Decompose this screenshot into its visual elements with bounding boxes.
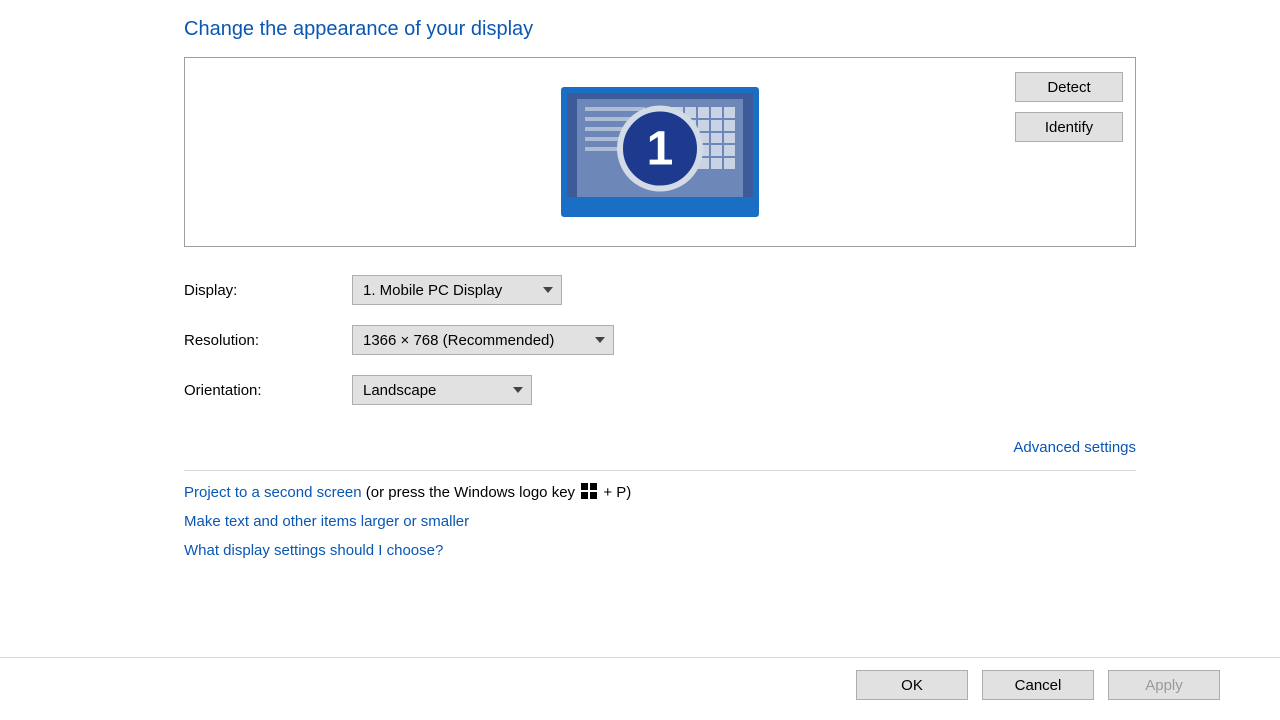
- windows-logo-icon: [581, 483, 597, 499]
- display-label: Display:: [184, 282, 352, 299]
- resolution-label: Resolution:: [184, 332, 352, 349]
- resolution-dropdown-value: 1366 × 768 (Recommended): [363, 332, 554, 349]
- chevron-down-icon: [513, 387, 523, 393]
- project-second-screen-link[interactable]: Project to a second screen: [184, 484, 362, 501]
- monitor-thumbnail[interactable]: 1: [561, 87, 759, 217]
- text-size-link[interactable]: Make text and other items larger or smal…: [184, 513, 469, 530]
- page-title: Change the appearance of your display: [184, 18, 1136, 41]
- orientation-dropdown-value: Landscape: [363, 382, 436, 399]
- resolution-dropdown[interactable]: 1366 × 768 (Recommended): [352, 325, 614, 355]
- identify-button[interactable]: Identify: [1015, 112, 1123, 142]
- monitor-number-badge: 1: [617, 106, 703, 192]
- project-hint-text-b: + P): [599, 484, 631, 501]
- detect-button[interactable]: Detect: [1015, 72, 1123, 102]
- advanced-settings-link[interactable]: Advanced settings: [1013, 439, 1136, 456]
- chevron-down-icon: [595, 337, 605, 343]
- display-help-link[interactable]: What display settings should I choose?: [184, 542, 443, 559]
- display-preview-area: 1 Detect Identify: [184, 57, 1136, 247]
- cancel-button[interactable]: Cancel: [982, 670, 1094, 700]
- apply-button[interactable]: Apply: [1108, 670, 1220, 700]
- display-dropdown-value: 1. Mobile PC Display: [363, 282, 502, 299]
- orientation-label: Orientation:: [184, 382, 352, 399]
- dialog-footer: OK Cancel Apply: [0, 657, 1280, 700]
- ok-button[interactable]: OK: [856, 670, 968, 700]
- chevron-down-icon: [543, 287, 553, 293]
- project-hint-text-a: (or press the Windows logo key: [362, 484, 580, 501]
- orientation-dropdown[interactable]: Landscape: [352, 375, 532, 405]
- divider: [184, 470, 1136, 471]
- display-dropdown[interactable]: 1. Mobile PC Display: [352, 275, 562, 305]
